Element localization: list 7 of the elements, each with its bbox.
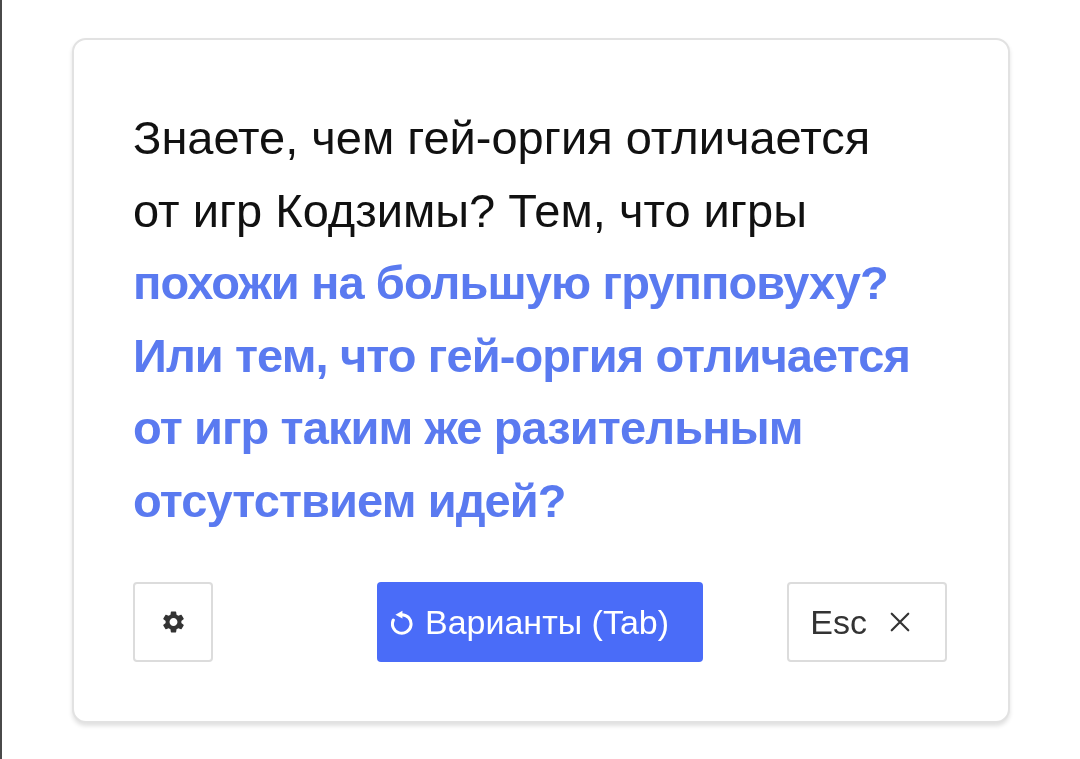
close-button[interactable]: Esc bbox=[787, 582, 947, 662]
options-button[interactable]: Варианты (Tab) bbox=[376, 582, 704, 662]
close-icon bbox=[889, 611, 911, 633]
settings-button[interactable] bbox=[133, 582, 213, 662]
settings-icon bbox=[162, 611, 184, 633]
refresh-icon bbox=[390, 609, 413, 635]
joke-text: Знаете, чем гей-оргия отличается от игр Кодзимы? Тем, что игры похожи на большую групповуху? Или тем, что гей-оргия отличается от игр таким же разительным отсутствием идей? bbox=[133, 110, 911, 529]
